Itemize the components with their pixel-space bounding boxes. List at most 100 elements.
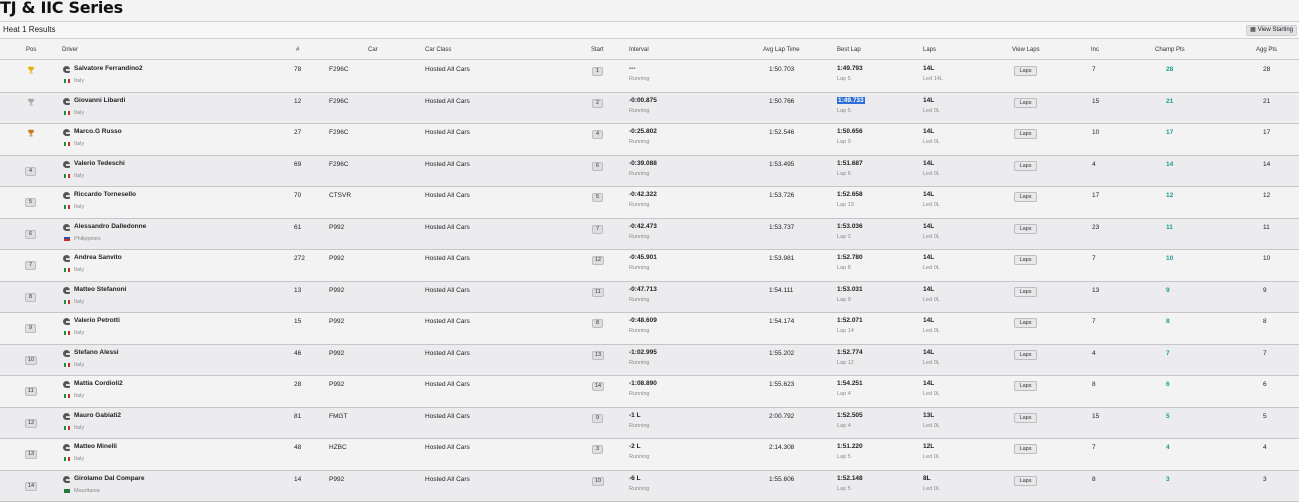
- view-laps-button[interactable]: Laps: [1014, 350, 1037, 360]
- car-class: Hosted All Cars: [425, 129, 470, 136]
- driver-name[interactable]: Giovanni Libardi: [74, 97, 125, 104]
- view-laps-button[interactable]: Laps: [1014, 413, 1037, 423]
- header-laps[interactable]: Laps: [923, 47, 936, 53]
- table-row[interactable]: Salvatore Ferrandino2Italy78F296CHosted …: [0, 61, 1299, 93]
- avg-lap-time: 1:50.703: [769, 66, 794, 73]
- start-position: 14: [592, 382, 604, 391]
- header-champ-pts[interactable]: Champ Pts: [1155, 47, 1185, 53]
- table-row[interactable]: 10Stefano AlessiItaly46P992Hosted All Ca…: [0, 345, 1299, 377]
- header-inc[interactable]: Inc: [1091, 47, 1099, 53]
- view-laps-button[interactable]: Laps: [1014, 255, 1037, 265]
- driver-name[interactable]: Matteo Stefanoni: [74, 286, 126, 293]
- helmet-icon: [63, 444, 70, 451]
- car-number: 28: [294, 381, 301, 388]
- interval: -0:42.473: [629, 223, 657, 230]
- driver-name[interactable]: Marco.G Russo: [74, 128, 122, 135]
- table-row[interactable]: 8Matteo StefanoniItaly13P992Hosted All C…: [0, 282, 1299, 314]
- view-laps-button[interactable]: Laps: [1014, 224, 1037, 234]
- flag-icon: [64, 79, 70, 83]
- champ-points: 12: [1166, 192, 1173, 199]
- driver-country: Italy: [74, 267, 84, 273]
- laps-completed: 14L: [923, 97, 934, 104]
- table-row[interactable]: 4Valerio TedeschiItaly69F296CHosted All …: [0, 156, 1299, 188]
- header-car-class[interactable]: Car Class: [425, 47, 451, 53]
- view-laps-button[interactable]: Laps: [1014, 161, 1037, 171]
- laps-completed: 14L: [923, 160, 934, 167]
- driver-name[interactable]: Stefano Alessi: [74, 349, 119, 356]
- trophy-icon: [27, 98, 35, 106]
- driver-name[interactable]: Andrea Sanvito: [74, 254, 122, 261]
- laps-completed: 14L: [923, 191, 934, 198]
- table-row[interactable]: Giovanni LibardiItaly12F296CHosted All C…: [0, 93, 1299, 125]
- avg-lap-time: 1:55.606: [769, 476, 794, 483]
- view-laps-button[interactable]: Laps: [1014, 192, 1037, 202]
- start-position: 12: [592, 256, 604, 265]
- driver-name[interactable]: Alessandro Dalledonne: [74, 223, 146, 230]
- driver-name[interactable]: Riccardo Tornesello: [74, 191, 136, 198]
- header-interval[interactable]: Interval: [629, 47, 649, 53]
- car-number: 27: [294, 129, 301, 136]
- driver-name[interactable]: Valerio Petrotti: [74, 317, 120, 324]
- position-badge: 10: [25, 356, 37, 365]
- start-position: 7: [592, 225, 603, 234]
- header-start[interactable]: Start: [591, 47, 604, 53]
- agg-points: 10: [1263, 255, 1270, 262]
- laps-completed: 14L: [923, 380, 934, 387]
- driver-name[interactable]: Mauro Gabiati2: [74, 412, 121, 419]
- header-number[interactable]: #: [296, 47, 299, 53]
- incidents: 7: [1092, 444, 1096, 451]
- flag-icon: [64, 394, 70, 398]
- header-car[interactable]: Car: [368, 47, 378, 53]
- header-best-lap[interactable]: Best Lap: [837, 47, 861, 53]
- view-laps-button[interactable]: Laps: [1014, 476, 1037, 486]
- table-row[interactable]: 9Valerio PetrottiItaly15P992Hosted All C…: [0, 313, 1299, 345]
- view-laps-button[interactable]: Laps: [1014, 318, 1037, 328]
- driver-country: Italy: [74, 78, 84, 84]
- best-lap-number: Lap 4: [837, 391, 851, 397]
- laps-led: Led 0L: [923, 171, 940, 177]
- view-starting-button[interactable]: ▦View Starting: [1246, 25, 1297, 36]
- champ-points: 14: [1166, 161, 1173, 168]
- header-driver[interactable]: Driver: [62, 47, 78, 53]
- car-class: Hosted All Cars: [425, 318, 470, 325]
- champ-points: 5: [1166, 413, 1170, 420]
- view-laps-button[interactable]: Laps: [1014, 444, 1037, 454]
- table-row[interactable]: 12Mauro Gabiati2Italy81FMGTHosted All Ca…: [0, 408, 1299, 440]
- incidents: 13: [1092, 287, 1099, 294]
- table-row[interactable]: 14Girolamo Dal CompareMauritania14P992Ho…: [0, 471, 1299, 502]
- car: P992: [329, 318, 344, 325]
- table-row[interactable]: 7Andrea SanvitoItaly272P992Hosted All Ca…: [0, 250, 1299, 282]
- interval: -0:45.901: [629, 254, 657, 261]
- car: CTSVR: [329, 192, 351, 199]
- car-class: Hosted All Cars: [425, 476, 470, 483]
- driver-name[interactable]: Salvatore Ferrandino2: [74, 65, 143, 72]
- champ-points: 28: [1166, 66, 1173, 73]
- interval: -0:47.713: [629, 286, 657, 293]
- car-number: 78: [294, 66, 301, 73]
- table-row[interactable]: 6Alessandro DalledonnePhilippines61P992H…: [0, 219, 1299, 251]
- view-laps-button[interactable]: Laps: [1014, 381, 1037, 391]
- interval: ---: [629, 65, 636, 72]
- header-avg-lap[interactable]: Avg Lap Time: [763, 47, 800, 53]
- view-laps-button[interactable]: Laps: [1014, 98, 1037, 108]
- header-agg-pts[interactable]: Agg Pts: [1256, 47, 1277, 53]
- car-class: Hosted All Cars: [425, 287, 470, 294]
- avg-lap-time: 1:50.766: [769, 98, 794, 105]
- table-row[interactable]: 13Matteo MinelliItaly48HZBCHosted All Ca…: [0, 439, 1299, 471]
- avg-lap-time: 1:54.174: [769, 318, 794, 325]
- driver-name[interactable]: Mattia Cordioli2: [74, 380, 123, 387]
- driver-name[interactable]: Girolamo Dal Compare: [74, 475, 144, 482]
- table-row[interactable]: 11Mattia Cordioli2Italy28P992Hosted All …: [0, 376, 1299, 408]
- table-row[interactable]: 5Riccardo TorneselloItaly70CTSVRHosted A…: [0, 187, 1299, 219]
- header-pos[interactable]: Pos: [26, 47, 36, 53]
- view-laps-button[interactable]: Laps: [1014, 66, 1037, 76]
- driver-name[interactable]: Valerio Tedeschi: [74, 160, 125, 167]
- laps-led: Led 0L: [923, 454, 940, 460]
- helmet-icon: [63, 255, 70, 262]
- table-row[interactable]: Marco.G RussoItaly27F296CHosted All Cars…: [0, 124, 1299, 156]
- agg-points: 21: [1263, 98, 1270, 105]
- view-laps-button[interactable]: Laps: [1014, 287, 1037, 297]
- driver-name[interactable]: Matteo Minelli: [74, 443, 117, 450]
- view-laps-button[interactable]: Laps: [1014, 129, 1037, 139]
- best-lap-number: Lap 14: [837, 328, 854, 334]
